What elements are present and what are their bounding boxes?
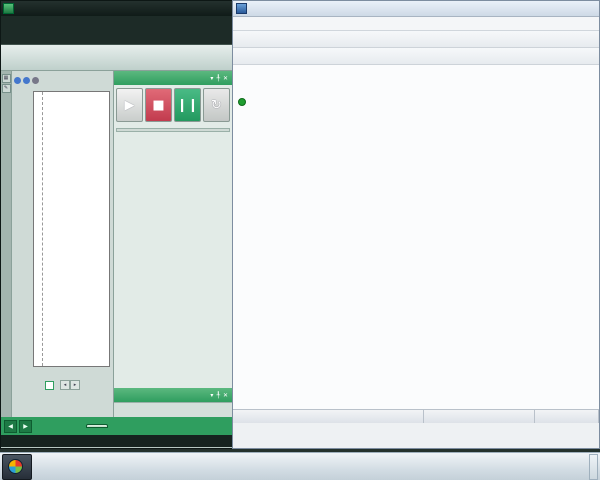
- vcs-status-bar: [1, 435, 232, 447]
- profile-spin-left[interactable]: ◂: [60, 380, 70, 390]
- info-tab-strip: [114, 402, 232, 417]
- test-status-panel: ▾╀✕ ▶ ■ ❙❙ ↻ ▾╀✕: [114, 71, 232, 417]
- profile-checkbox[interactable]: [45, 381, 54, 390]
- panel-close-icon[interactable]: ✕: [223, 75, 228, 82]
- vcs-toolbar: [1, 44, 232, 71]
- show-desktop-button[interactable]: [589, 454, 598, 480]
- transport-controls: ▶ ■ ❙❙ ↻: [114, 85, 232, 125]
- vcs-window: ▦ ✎: [0, 0, 233, 449]
- info-pin-icon[interactable]: ╀: [216, 392, 220, 399]
- plot-gray-dot-icon[interactable]: [32, 77, 39, 84]
- start-test-button[interactable]: ▶: [116, 88, 143, 122]
- panel-collapse-icon[interactable]: ▾: [210, 75, 213, 82]
- stop-test-button[interactable]: ■: [145, 88, 172, 122]
- dft6000-window: [232, 0, 600, 449]
- window-tab-bar: ◀ ▶: [1, 417, 232, 435]
- tab-scroll-left-button[interactable]: ◀: [4, 420, 17, 433]
- info-close-icon[interactable]: ✕: [223, 392, 228, 399]
- vcs-left-dock-strip: ▦ ✎: [1, 71, 12, 417]
- vcs-menubar-row2: [1, 30, 232, 44]
- start-button[interactable]: [2, 454, 32, 480]
- profile-row: ◂▸: [12, 380, 113, 390]
- tab-scroll-right-button[interactable]: ▶: [19, 420, 32, 433]
- vcs-menubar-row1: [1, 16, 232, 30]
- restart-test-button[interactable]: ↻: [203, 88, 230, 122]
- frequency-cursor-line: [42, 92, 43, 366]
- sweep-plot-header: [12, 71, 113, 89]
- dft-app-icon: [236, 3, 247, 14]
- test-info-header: ▾╀✕: [114, 388, 232, 402]
- test-status-header: ▾╀✕: [114, 71, 232, 85]
- dft-title-bar[interactable]: [233, 1, 599, 17]
- vcs-app-icon: [3, 3, 14, 14]
- vcs-title-bar[interactable]: [1, 1, 232, 16]
- vcs-main-area: ▦ ✎: [1, 71, 232, 417]
- dock-edit-icon[interactable]: ✎: [2, 84, 11, 93]
- dft-status-bar: [233, 409, 599, 423]
- desktop: ▦ ✎: [0, 0, 600, 480]
- spectrum-window-tab[interactable]: [86, 424, 108, 428]
- info-collapse-icon[interactable]: ▾: [210, 392, 213, 399]
- plot-blue-dot2-icon[interactable]: [23, 77, 30, 84]
- sweep-plot-panel: ◂▸: [12, 71, 114, 417]
- waveform-chart: [233, 93, 595, 409]
- dock-chart-icon[interactable]: ▦: [2, 74, 11, 83]
- schedule-running-note: [116, 128, 230, 132]
- plot-blue-dot-icon[interactable]: [14, 77, 21, 84]
- sweep-plot-canvas: [33, 91, 110, 367]
- measurement-fields: [114, 125, 232, 127]
- dft-toolbar-analysis: [233, 48, 599, 65]
- system-tray: [575, 454, 598, 480]
- taskbar: [0, 452, 600, 480]
- dft-document-area: [233, 65, 599, 423]
- dft-toolbar-main: [233, 31, 599, 48]
- pause-test-button[interactable]: ❙❙: [174, 88, 201, 122]
- panel-pin-icon[interactable]: ╀: [216, 75, 220, 82]
- dft-menubar: [233, 17, 599, 31]
- sweep-plot-area: [12, 89, 113, 377]
- profile-spin-right[interactable]: ▸: [70, 380, 80, 390]
- windows-orb-icon: [8, 459, 23, 474]
